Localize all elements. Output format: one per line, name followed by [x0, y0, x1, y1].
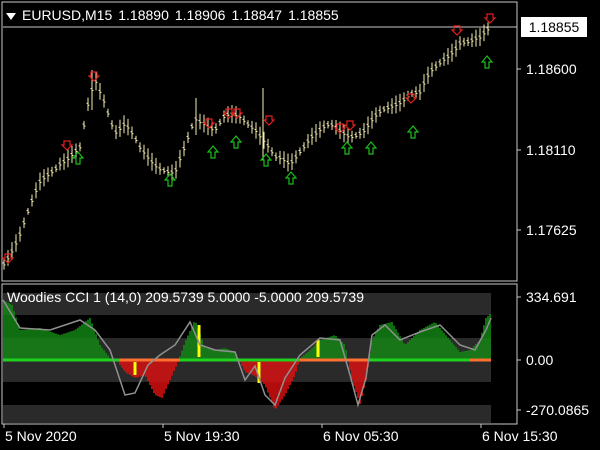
candlestick-series: [2, 22, 490, 270]
symbol-header: EURUSD,M15 1.18890 1.18906 1.18847 1.18855: [6, 7, 345, 23]
up-arrow-icon: [229, 135, 243, 149]
cci-tick-max: 334.691: [526, 289, 577, 305]
price-tick-2: 1.18110: [526, 142, 576, 158]
close-price: 1.18855: [288, 7, 339, 23]
up-arrow-icon: [71, 151, 85, 165]
symbol-label: EURUSD,M15: [22, 7, 113, 23]
up-arrow-icon: [406, 125, 420, 139]
price-tick-3: 1.17625: [526, 222, 577, 238]
down-arrow-icon: [404, 93, 418, 104]
up-arrow-icon: [340, 141, 354, 155]
high-price: 1.18906: [174, 7, 226, 23]
price-tick-1: 1.18600: [526, 61, 577, 77]
down-arrow-icon: [343, 120, 357, 131]
time-label-4: 6 Nov 15:30: [482, 428, 558, 444]
up-arrow-icon: [284, 171, 298, 185]
signal-arrows: [71, 55, 494, 187]
down-arrow-icon: [262, 115, 276, 126]
signal-marks: [1, 13, 497, 264]
current-price-label: 1.18855: [521, 17, 587, 37]
cci-tick-min: -270.0865: [526, 402, 590, 418]
down-arrow-icon: [60, 140, 74, 151]
chevron-down-icon[interactable]: [6, 12, 16, 20]
cci-band-lower: [3, 405, 491, 423]
up-arrow-icon: [364, 141, 378, 155]
time-label-3: 6 Nov 05:30: [323, 428, 399, 444]
up-arrow-icon: [206, 145, 220, 159]
trading-chart[interactable]: [0, 0, 600, 450]
open-price: 1.18890: [118, 7, 169, 23]
time-label-1: 5 Nov 2020: [5, 428, 77, 444]
up-arrow-icon: [480, 55, 494, 69]
cci-tick-zero: 0.00: [526, 352, 554, 368]
low-price: 1.18847: [231, 7, 283, 23]
up-arrow-icon: [163, 173, 177, 187]
down-arrow-icon: [483, 13, 497, 24]
indicator-title: Woodies CCI 1 (14,0) 209.5739 5.0000 -5.…: [7, 289, 364, 305]
time-label-2: 5 Nov 19:30: [164, 428, 240, 444]
down-arrow-icon: [87, 71, 101, 82]
